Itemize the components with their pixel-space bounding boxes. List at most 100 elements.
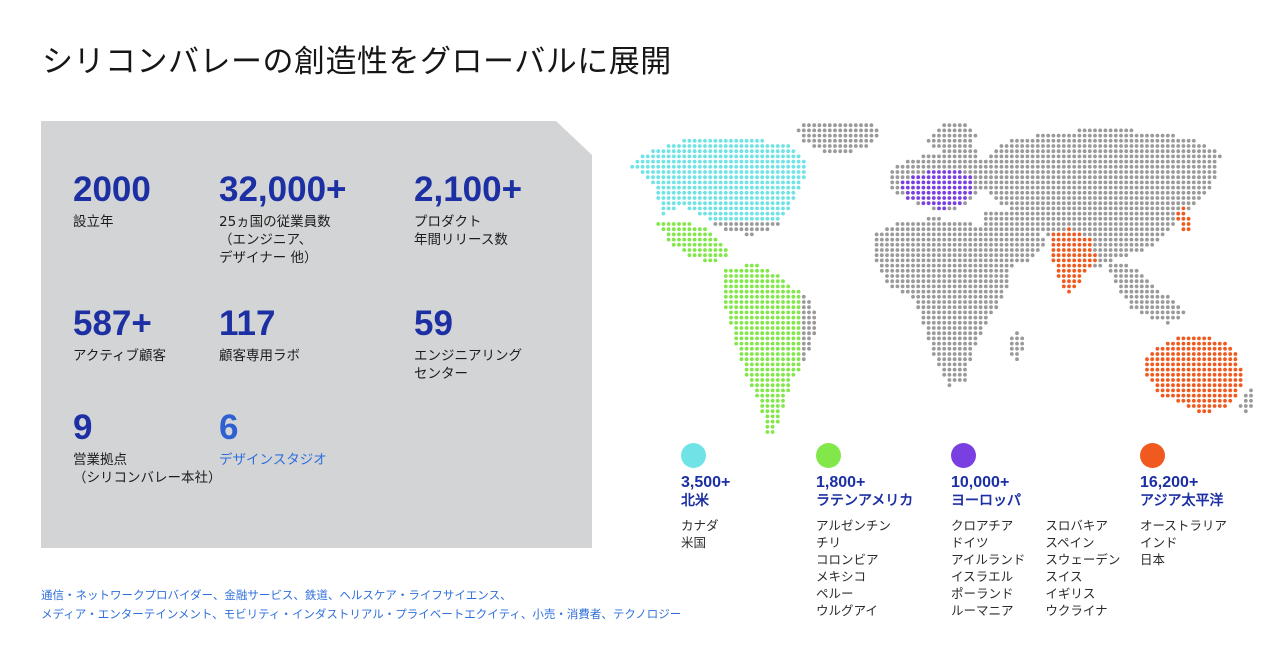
map-dot (687, 237, 692, 242)
map-dot (931, 138, 936, 143)
map-dot (807, 320, 811, 325)
map-dot (801, 128, 806, 133)
map-dot (739, 315, 744, 320)
map-dot (994, 263, 999, 268)
map-dot (656, 185, 661, 190)
map-dot (755, 185, 759, 190)
map-dot (1139, 227, 1144, 232)
map-dot (744, 175, 749, 180)
map-dot (1108, 232, 1113, 237)
country-item: カナダ (681, 518, 719, 533)
map-dot (645, 159, 650, 164)
map-dot (1165, 227, 1170, 232)
map-dot (911, 253, 915, 258)
map-dot (968, 196, 973, 200)
map-dot (994, 300, 999, 304)
map-dot (1004, 242, 1009, 247)
map-dot (999, 190, 1004, 195)
map-dot (1150, 216, 1155, 221)
map-dot (1046, 201, 1051, 206)
map-dot (853, 144, 858, 148)
map-dot (968, 289, 973, 294)
map-dot (1077, 242, 1082, 247)
map-dot (1186, 164, 1191, 169)
map-dot (1067, 144, 1071, 148)
map-dot (682, 149, 687, 154)
map-dot (1056, 253, 1061, 258)
map-dot (1160, 300, 1165, 304)
map-dot (1098, 263, 1103, 268)
map-dot (786, 352, 791, 356)
map-dot (744, 336, 749, 341)
map-dot (947, 170, 952, 174)
map-dot (749, 164, 754, 169)
map-dot (734, 170, 739, 174)
map-dot (848, 128, 853, 133)
map-dot (999, 274, 1004, 278)
map-dot (1134, 305, 1139, 310)
map-dot (1098, 149, 1103, 154)
map-dot (729, 159, 733, 164)
map-dot (931, 180, 936, 185)
map-dot (827, 144, 832, 148)
map-dot (807, 346, 811, 351)
map-dot (1212, 341, 1217, 346)
industries-line-2[interactable]: メディア・エンターテインメント、モビリティ・インダストリアル・プライベートエクイ… (41, 605, 681, 624)
map-dot (744, 352, 749, 356)
map-dot (1051, 248, 1056, 252)
map-dot (1139, 180, 1144, 185)
map-dot (739, 310, 744, 315)
map-dot (635, 164, 640, 169)
map-dot (890, 253, 895, 258)
map-dot (978, 294, 983, 299)
map-dot (1108, 159, 1113, 164)
map-dot (1160, 378, 1165, 382)
map-dot (1103, 242, 1108, 247)
map-dot (957, 279, 962, 284)
map-dot (1191, 196, 1196, 200)
map-dot (1020, 248, 1025, 252)
map-dot (1077, 190, 1082, 195)
map-dot (734, 211, 739, 216)
map-dot (1108, 237, 1113, 242)
map-dot (1061, 263, 1066, 268)
map-dot (1197, 404, 1201, 408)
map-dot (895, 175, 900, 180)
map-dot (1134, 300, 1139, 304)
design-studio-link[interactable]: デザインスタジオ (219, 451, 327, 469)
map-dot (1238, 404, 1243, 408)
map-dot (890, 268, 895, 273)
map-dot (1098, 206, 1103, 211)
map-dot (1072, 248, 1077, 252)
map-dot (957, 154, 962, 159)
map-dot (963, 138, 967, 143)
map-dot (1082, 128, 1087, 133)
map-dot (744, 310, 749, 315)
map-dot (1035, 154, 1040, 159)
map-dot (1067, 289, 1071, 294)
map-dot (963, 190, 967, 195)
map-dot (916, 248, 921, 252)
map-dot (1119, 289, 1123, 294)
map-dot (1004, 149, 1009, 154)
stat-value: 2000 (73, 170, 151, 209)
industries-line-1[interactable]: 通信・ネットワークプロバイダー、金融サービス、鉄道、ヘルスケア・ライフサイエンス… (41, 586, 681, 605)
map-dot (1228, 388, 1233, 393)
map-dot (1067, 253, 1071, 258)
map-dot (1025, 190, 1030, 195)
map-dot (952, 138, 957, 143)
stat-design-studios[interactable]: 6 デザインスタジオ (219, 409, 327, 469)
map-dot (1015, 336, 1019, 341)
map-dot (786, 383, 791, 388)
map-dot (989, 300, 993, 304)
map-dot (942, 190, 947, 195)
map-dot (911, 159, 915, 164)
map-dot (1181, 362, 1186, 367)
map-dot (1082, 206, 1087, 211)
map-dot (770, 336, 775, 341)
map-dot (989, 170, 993, 174)
map-dot (734, 201, 739, 206)
map-dot (765, 388, 770, 393)
stat-label: 設立年 (73, 214, 114, 230)
map-dot (760, 227, 765, 232)
